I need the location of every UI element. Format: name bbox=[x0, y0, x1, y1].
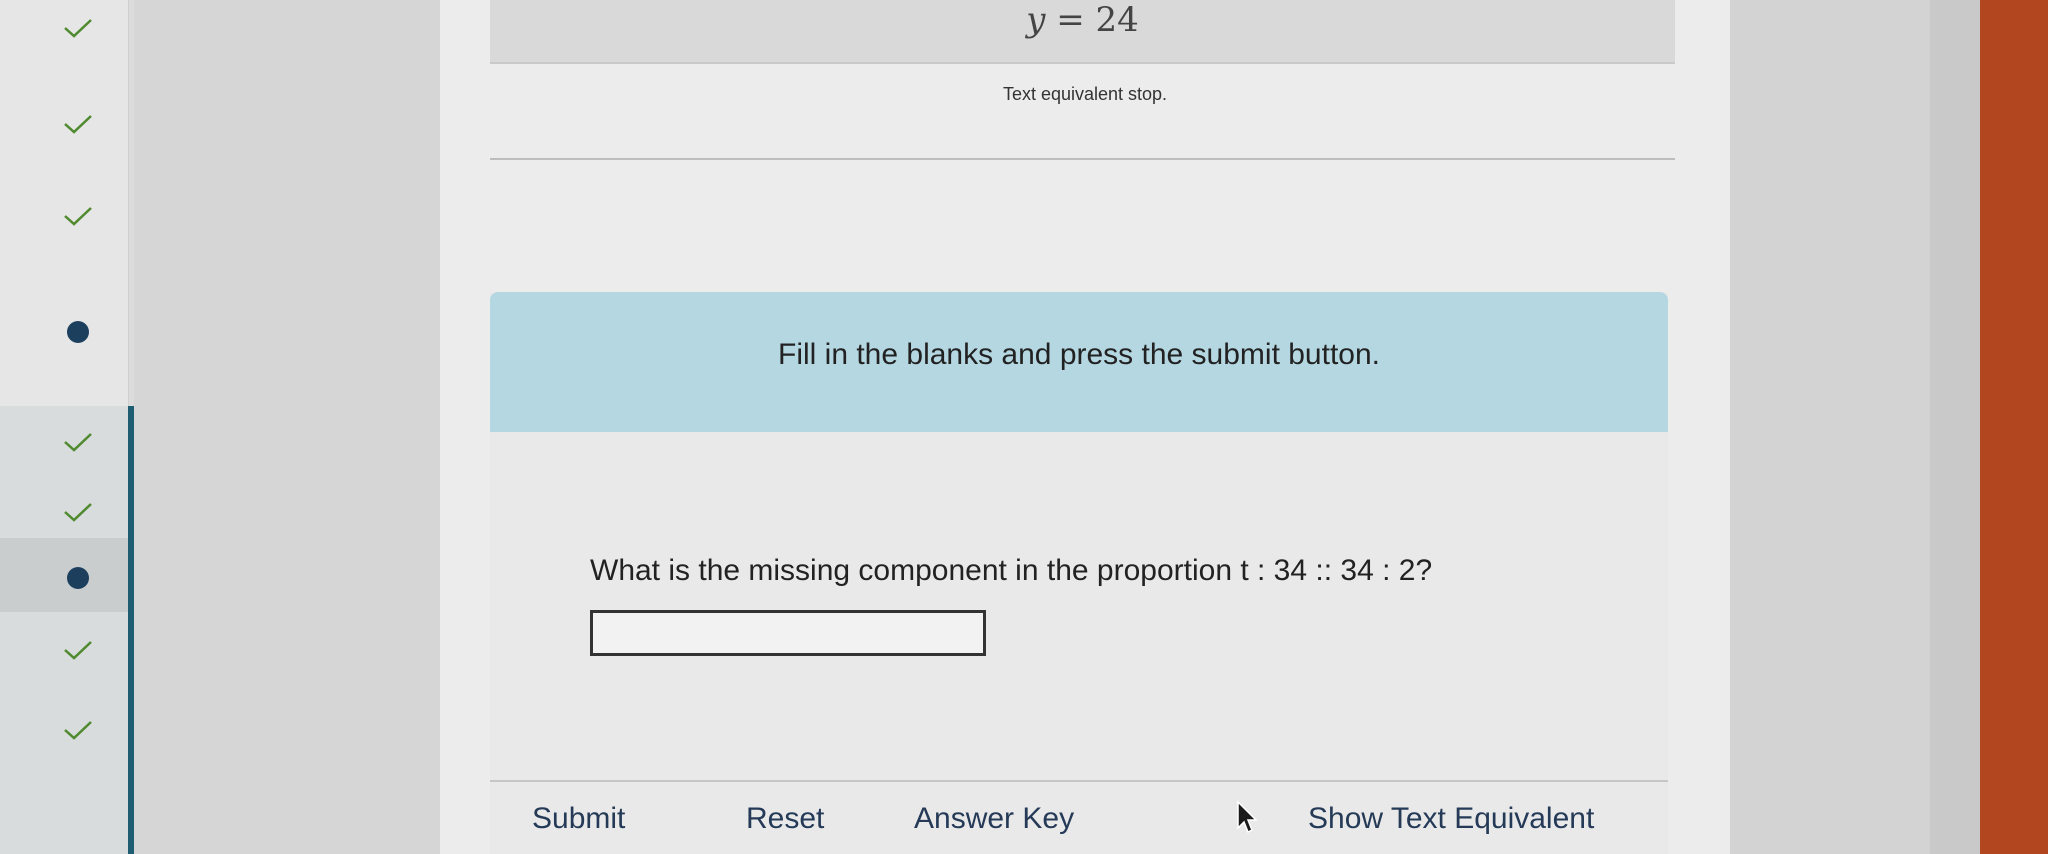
screen-bezel bbox=[1980, 0, 2048, 854]
submit-button[interactable]: Submit bbox=[532, 802, 625, 836]
show-text-equivalent-button[interactable]: Show Text Equivalent bbox=[1308, 802, 1594, 836]
question-card: Fill in the blanks and press the submit … bbox=[490, 292, 1668, 854]
check-icon bbox=[64, 207, 92, 226]
equation: y = 24 bbox=[490, 0, 1675, 40]
check-icon bbox=[64, 721, 92, 740]
sidebar-step-7[interactable] bbox=[60, 560, 96, 596]
equation-box: y = 24 bbox=[490, 0, 1675, 64]
sidebar-step-2[interactable] bbox=[60, 106, 96, 142]
sidebar-step-4[interactable] bbox=[60, 314, 96, 350]
check-icon bbox=[64, 503, 92, 522]
card-footer-divider bbox=[490, 780, 1668, 782]
check-icon bbox=[64, 641, 92, 660]
sidebar-step-3[interactable] bbox=[60, 198, 96, 234]
sidebar-step-8[interactable] bbox=[60, 632, 96, 668]
reset-button[interactable]: Reset bbox=[746, 802, 824, 836]
answer-key-button[interactable]: Answer Key bbox=[914, 802, 1074, 836]
question-card-header: Fill in the blanks and press the submit … bbox=[490, 292, 1668, 432]
equation-value: 24 bbox=[1095, 0, 1139, 40]
sidebar-step-6[interactable] bbox=[60, 494, 96, 530]
text-equivalent-stop: Text equivalent stop. bbox=[1002, 84, 1168, 104]
sidebar-step-1[interactable] bbox=[60, 10, 96, 46]
sidebar-step-9[interactable] bbox=[60, 712, 96, 748]
lesson-content: y = 24 Text equivalent stop. Fill in the… bbox=[440, 0, 1730, 854]
progress-dot-icon bbox=[67, 321, 89, 343]
mouse-pointer-icon bbox=[1237, 800, 1258, 834]
equation-variable: y bbox=[1026, 0, 1046, 40]
instructions-text: Fill in the blanks and press the submit … bbox=[778, 338, 1380, 371]
equation-operator: = bbox=[1056, 0, 1085, 40]
check-icon bbox=[64, 115, 92, 134]
section-divider bbox=[490, 158, 1675, 160]
progress-sidebar bbox=[0, 0, 134, 854]
sidebar-step-5[interactable] bbox=[60, 424, 96, 460]
sidebar-section bbox=[0, 406, 128, 854]
right-panel bbox=[1730, 0, 1960, 854]
question-actions: Submit Reset Answer Key Show Text Equiva… bbox=[490, 802, 1668, 852]
progress-dot-icon bbox=[67, 567, 89, 589]
check-icon bbox=[64, 19, 92, 38]
scrollbar-track[interactable] bbox=[1930, 0, 1980, 854]
answer-input[interactable] bbox=[590, 610, 986, 656]
check-icon bbox=[64, 433, 92, 452]
question-text: What is the missing component in the pro… bbox=[590, 554, 1433, 587]
